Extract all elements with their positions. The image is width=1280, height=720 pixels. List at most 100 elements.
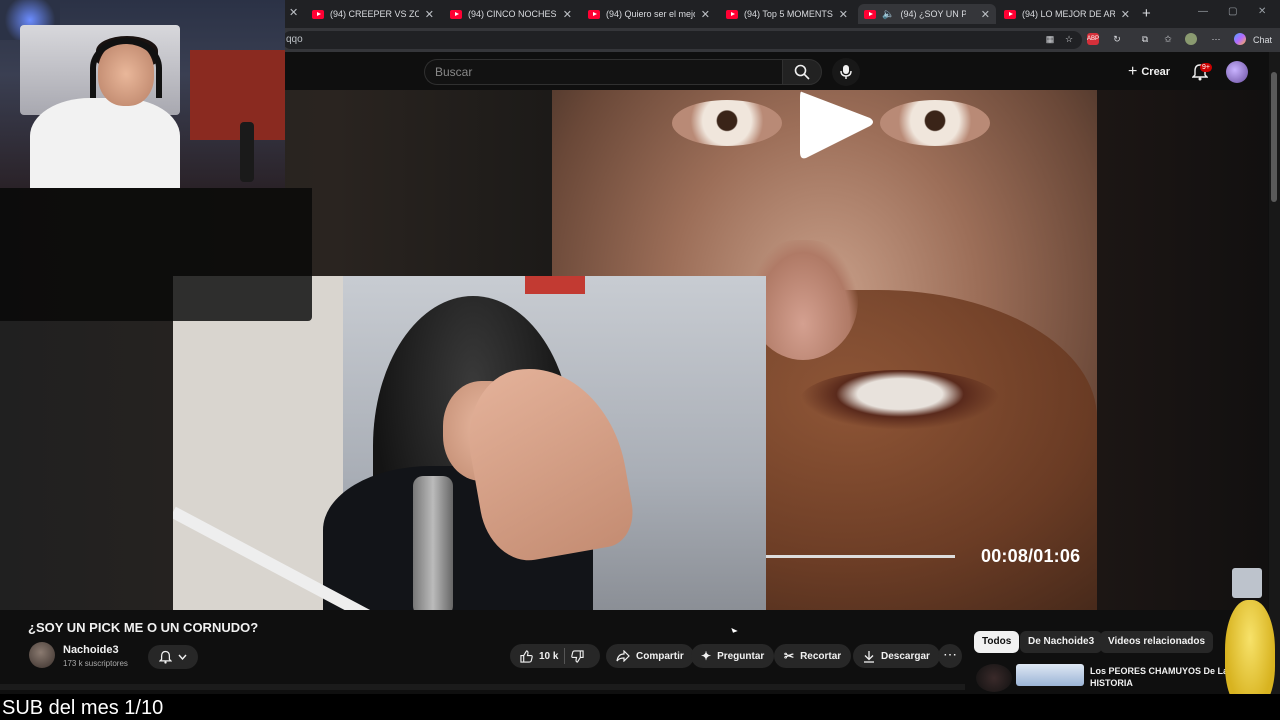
download-icon <box>864 650 874 663</box>
notifications-badge: 9+ <box>1200 63 1212 72</box>
bell-icon <box>159 650 172 664</box>
profile-icon[interactable] <box>1185 33 1197 45</box>
related-video-title[interactable]: Los PEORES CHAMUYOS De La HISTORIA <box>1090 665 1230 689</box>
thumbs-down-icon[interactable] <box>571 649 585 663</box>
tab-title: (94) ¿SOY UN PICK ME <box>900 9 967 19</box>
browser-tab[interactable]: (94) LO MEJOR DE ARGENTIN ✕ <box>998 4 1136 24</box>
video-progress-line <box>766 555 955 558</box>
scrollbar-thumb[interactable] <box>1271 72 1277 202</box>
chip-all[interactable]: Todos <box>974 631 1020 653</box>
more-actions-button[interactable]: ⋯ <box>938 644 962 668</box>
browser-tab[interactable]: (94) Top 5 MOMENTS Argen ✕ <box>720 4 854 24</box>
subscription-bell-button[interactable] <box>148 645 198 669</box>
close-tab-icon[interactable]: ✕ <box>563 8 572 21</box>
create-button[interactable]: + Crear <box>1120 59 1178 85</box>
video-timecode: 00:08/01:06 <box>981 546 1081 566</box>
ask-button[interactable]: ✦ Preguntar <box>691 644 775 668</box>
close-tab-icon[interactable]: ✕ <box>981 8 990 21</box>
clip-button[interactable]: ✂ Recortar <box>774 644 852 668</box>
ask-label: Preguntar <box>717 650 765 662</box>
search-button[interactable] <box>782 59 822 85</box>
share-label: Compartir <box>636 650 684 662</box>
like-count[interactable]: 10 k <box>539 651 558 662</box>
app-grid-icon[interactable]: ▦ <box>1044 33 1056 45</box>
play-icon[interactable] <box>796 90 876 160</box>
close-tab-icon[interactable]: ✕ <box>839 8 848 21</box>
close-tab-icon[interactable]: ✕ <box>425 8 434 21</box>
create-label: Crear <box>1141 66 1171 78</box>
youtube-icon <box>1004 9 1016 19</box>
download-button[interactable]: Descargar <box>853 644 940 668</box>
channel-avatar[interactable] <box>29 642 55 668</box>
chip-related-videos[interactable]: Videos relacionados <box>1100 631 1214 653</box>
chevron-down-icon <box>178 654 187 660</box>
favorite-star-icon[interactable]: ☆ <box>1063 33 1075 45</box>
tab-title: (94) CREEPER VS ZOMBIE | E <box>330 9 419 19</box>
related-video-avatar[interactable] <box>976 664 1012 692</box>
close-tab-icon[interactable]: ✕ <box>1121 8 1130 21</box>
youtube-icon <box>312 9 324 19</box>
stream-caption: SUB del mes 1/10 <box>2 697 164 719</box>
overlay-dark-panel <box>0 188 312 321</box>
mouse-cursor <box>731 626 738 633</box>
close-tab-icon[interactable]: ✕ <box>701 8 710 21</box>
speaker-icon[interactable]: 🔈 <box>882 9 894 20</box>
streamer-webcam <box>0 0 285 188</box>
share-icon <box>616 650 630 662</box>
inset-microphone <box>413 476 453 610</box>
close-tab-icon[interactable]: ✕ <box>289 6 298 19</box>
copilot-icon[interactable] <box>1234 33 1246 45</box>
address-bar[interactable]: qqo <box>282 31 1082 49</box>
adblock-icon[interactable]: ABP <box>1087 33 1099 45</box>
youtube-icon <box>450 9 462 19</box>
chip-from-channel[interactable]: De Nachoide3 <box>1020 631 1103 653</box>
more-menu-icon[interactable]: ⋯ <box>1210 33 1222 45</box>
refresh-extension-icon[interactable]: ↻ <box>1111 33 1123 45</box>
subscriber-count: 173 k suscriptores <box>63 659 128 668</box>
chat-label[interactable]: Chat <box>1253 35 1272 45</box>
new-tab-button[interactable]: + <box>1142 5 1151 22</box>
tab-title: (94) Top 5 MOMENTS Argen <box>744 9 833 19</box>
like-dislike-group: 10 k <box>510 644 600 668</box>
youtube-icon <box>864 9 876 19</box>
browser-tab[interactable]: (94) CREEPER VS ZOMBIE | E ✕ <box>306 4 440 24</box>
video-frame-right <box>1097 90 1268 610</box>
youtube-icon <box>726 9 738 19</box>
voice-search-button[interactable] <box>832 58 860 86</box>
share-button[interactable]: Compartir <box>606 644 694 668</box>
account-avatar[interactable] <box>1226 61 1248 83</box>
browser-tab[interactable]: (94) CINCO NOCHES CON E ✕ <box>444 4 578 24</box>
youtube-icon <box>588 9 600 19</box>
thumbs-up-icon[interactable] <box>520 649 533 663</box>
description-box-edge <box>0 684 965 690</box>
video-inset-reaction <box>173 276 766 610</box>
browser-tab-active[interactable]: 🔈 (94) ¿SOY UN PICK ME ✕ <box>858 4 996 24</box>
close-window-icon[interactable]: ✕ <box>1258 6 1266 17</box>
video-title: ¿SOY UN PICK ME O UN CORNUDO? <box>28 620 259 635</box>
maximize-icon[interactable]: ▢ <box>1228 6 1237 17</box>
webcam-bottle <box>240 122 254 182</box>
screen: ✕ (94) CREEPER VS ZOMBIE | E ✕ (94) CINC… <box>0 0 1280 720</box>
minimize-icon[interactable]: — <box>1198 6 1208 17</box>
webcam-headset <box>90 38 162 98</box>
clip-label: Recortar <box>800 650 842 662</box>
tab-title: (94) LO MEJOR DE ARGENTIN <box>1022 9 1115 19</box>
sparkle-icon: ✦ <box>701 649 712 663</box>
like-divider <box>564 648 566 664</box>
video-frame-eye-left <box>672 100 782 146</box>
caption-bar <box>0 694 1280 720</box>
channel-name[interactable]: Nachoide3 <box>63 644 119 656</box>
tab-title: (94) CINCO NOCHES CON E <box>468 9 557 19</box>
split-screen-icon[interactable]: ⧉ <box>1139 33 1151 45</box>
browser-tab[interactable]: (94) Quiero ser el mejor jung ✕ <box>582 4 716 24</box>
search-input[interactable]: Buscar <box>424 59 782 85</box>
cat-sticker-face <box>1232 568 1262 598</box>
video-frame-mouth <box>800 370 1000 430</box>
search-icon <box>794 64 810 80</box>
tab-title: (94) Quiero ser el mejor jung <box>606 9 695 19</box>
webcam-red-wall <box>190 50 285 140</box>
favorites-icon[interactable]: ✩ <box>1162 33 1174 45</box>
video-frame-eye-right <box>880 100 990 146</box>
microphone-icon <box>840 65 852 79</box>
related-video-thumbnail[interactable] <box>1016 664 1084 686</box>
